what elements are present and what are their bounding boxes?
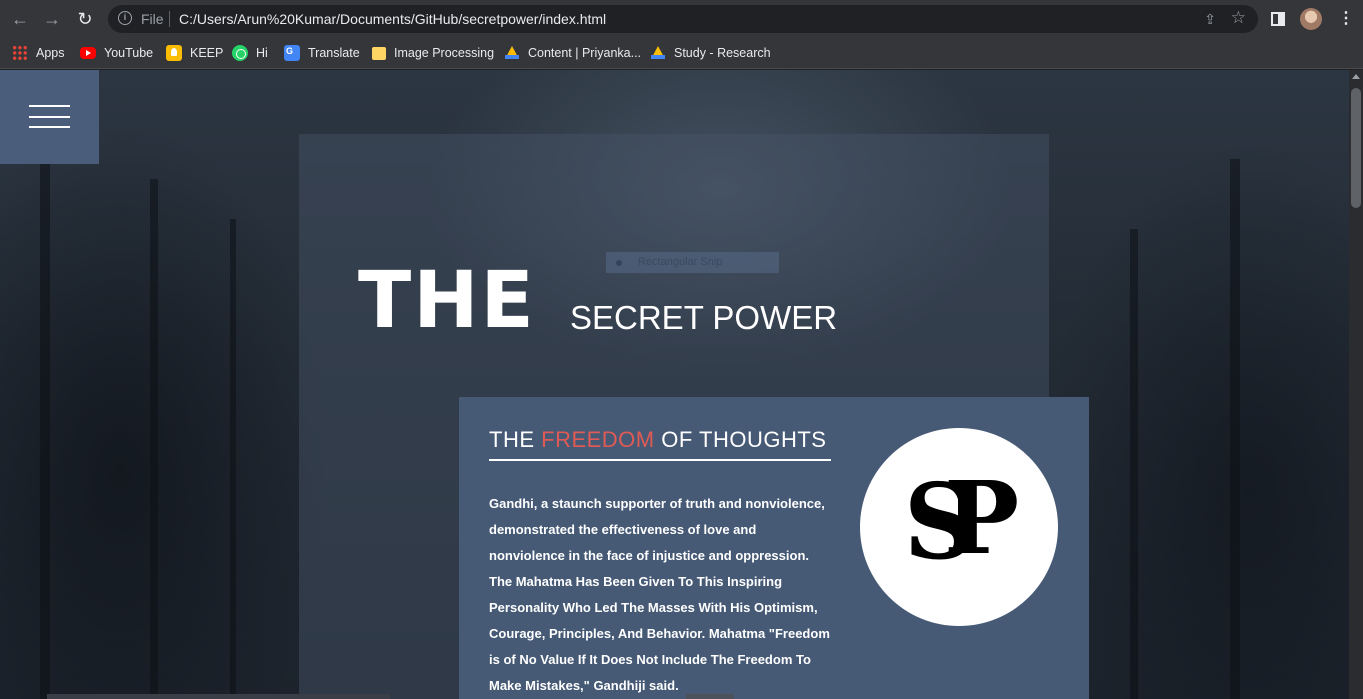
menu-line xyxy=(29,126,70,128)
keep-icon xyxy=(166,45,182,61)
bookmark-label: KEEP xyxy=(190,46,224,60)
profile-avatar[interactable] xyxy=(1300,8,1322,30)
background-tree xyxy=(1230,159,1240,699)
vertical-scrollbar[interactable] xyxy=(1349,70,1363,699)
bookmark-label: Hi xyxy=(256,46,268,60)
bookmark-translate[interactable]: Translate xyxy=(284,43,360,63)
card-title-suffix: OF THOUGHTS xyxy=(654,427,827,452)
bookmark-label: YouTube xyxy=(104,46,154,60)
scrollbar-thumb[interactable] xyxy=(1351,88,1361,208)
bookmark-youtube[interactable]: YouTube xyxy=(80,43,153,63)
card-body: Gandhi, a staunch supporter of truth and… xyxy=(489,496,830,693)
rectangular-snip-overlay: Rectangular Snip xyxy=(606,252,779,273)
youtube-icon xyxy=(80,47,96,59)
address-file-label: File xyxy=(141,11,164,27)
page-viewport: Rectangular Snip THE SECRET POWER THE FR… xyxy=(0,70,1349,699)
bookmark-study-research[interactable]: Study - Research xyxy=(650,43,771,63)
scroll-up-arrow-icon[interactable] xyxy=(1352,74,1360,79)
back-icon[interactable]: ← xyxy=(10,9,30,29)
sp-logo: S P xyxy=(860,428,1058,626)
bottom-edge-fragment xyxy=(686,694,734,699)
drive-icon xyxy=(504,45,520,61)
forward-icon[interactable]: → xyxy=(42,9,62,29)
address-url[interactable]: C:/Users/Arun%20Kumar/Documents/GitHub/s… xyxy=(179,11,606,27)
address-bar[interactable]: i File C:/Users/Arun%20Kumar/Documents/G… xyxy=(108,5,1258,33)
side-panel-icon[interactable] xyxy=(1271,12,1285,26)
bookmark-image-processing[interactable]: Image Processing xyxy=(372,43,494,63)
bookmark-label: Content | Priyanka... xyxy=(528,46,642,60)
bookmark-label: Apps xyxy=(36,46,65,60)
address-separator xyxy=(169,11,170,27)
share-icon[interactable]: ⇪ xyxy=(1204,11,1216,28)
folder-icon xyxy=(372,46,386,60)
card-title: THE FREEDOM OF THOUGHTS xyxy=(489,428,831,461)
background-tree xyxy=(230,219,236,699)
menu-line xyxy=(29,116,70,118)
hamburger-menu-button[interactable] xyxy=(0,70,99,164)
site-info-icon[interactable]: i xyxy=(118,11,132,25)
hero-subtitle: SECRET POWER xyxy=(570,299,838,336)
bookmarks-bar: Apps YouTube KEEP Hi Translate Image Pro… xyxy=(0,38,1363,69)
logo-letter-p: P xyxy=(944,459,1020,577)
reload-icon[interactable]: ↻ xyxy=(75,9,95,29)
hero-the: THE xyxy=(358,256,536,346)
bookmark-keep[interactable]: KEEP xyxy=(166,43,223,63)
bookmark-apps[interactable]: Apps xyxy=(12,43,65,63)
menu-line xyxy=(29,105,70,107)
bookmark-star-icon[interactable]: ☆ xyxy=(1231,8,1246,28)
whatsapp-icon xyxy=(232,45,248,61)
bookmark-label: Study - Research xyxy=(674,46,771,60)
browser-toolbar: ← → ↻ i File C:/Users/Arun%20Kumar/Docum… xyxy=(0,0,1363,38)
background-tree xyxy=(1130,229,1138,699)
bottom-edge-fragment xyxy=(47,694,390,699)
bookmark-label: Translate xyxy=(308,46,360,60)
freedom-card: THE FREEDOM OF THOUGHTS Gandhi, a staunc… xyxy=(459,397,1089,699)
card-title-accent: FREEDOM xyxy=(541,427,655,452)
translate-icon xyxy=(284,45,300,61)
bookmark-hi[interactable]: Hi xyxy=(232,43,268,63)
bookmark-label: Image Processing xyxy=(394,46,495,60)
background-tree xyxy=(150,179,158,699)
bookmark-content-priyanka[interactable]: Content | Priyanka... xyxy=(504,43,641,63)
browser-menu-icon[interactable]: ⋮ xyxy=(1338,9,1354,29)
drive-icon xyxy=(650,45,666,61)
apps-grid-icon xyxy=(12,45,28,61)
card-title-prefix: THE xyxy=(489,427,542,452)
background-tree xyxy=(40,139,50,699)
